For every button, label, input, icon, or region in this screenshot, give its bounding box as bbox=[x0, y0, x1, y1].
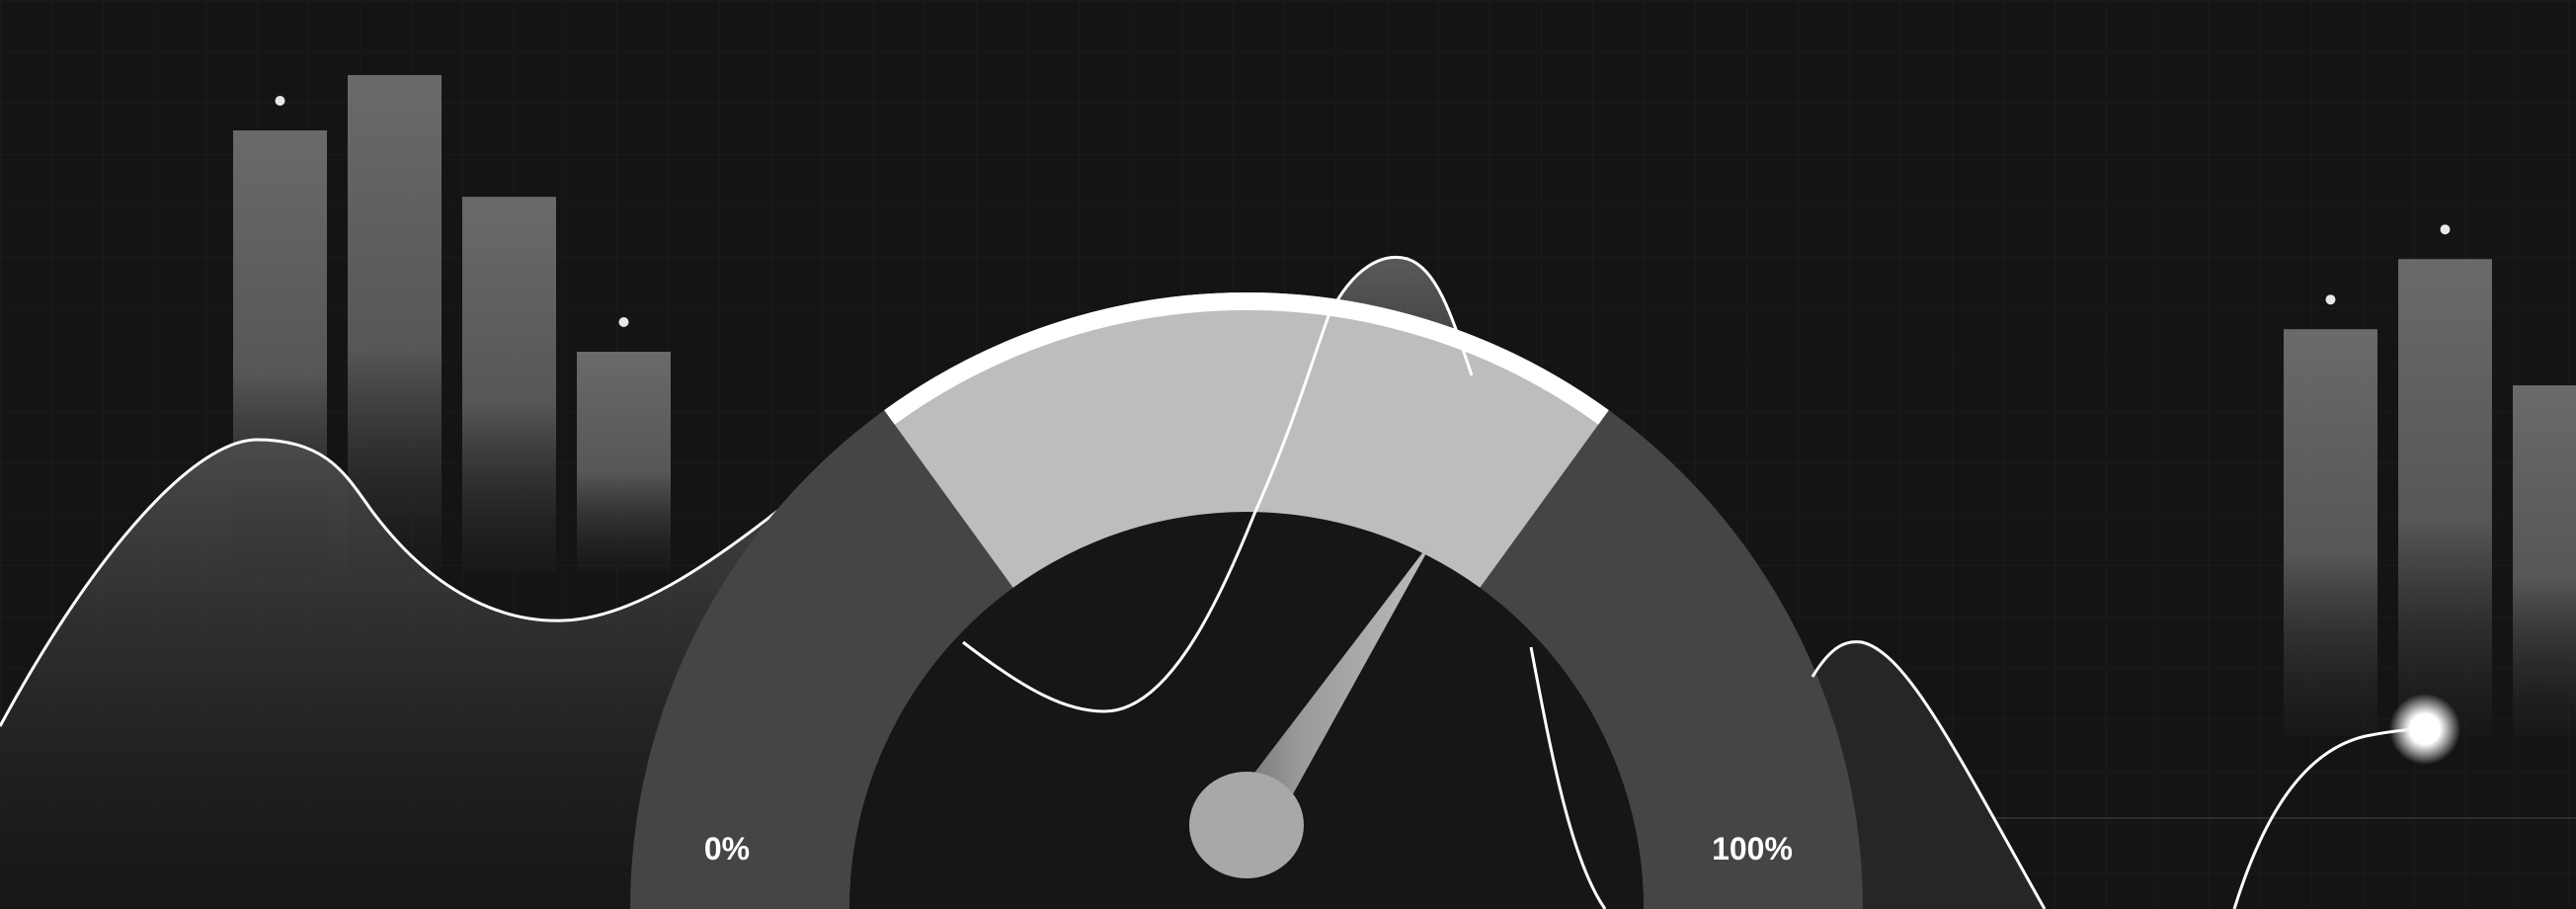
left-bar-3 bbox=[462, 197, 556, 573]
left-bar-dot-1 bbox=[275, 96, 285, 106]
left-bar-1 bbox=[233, 130, 327, 573]
right-bar-2 bbox=[2398, 259, 2492, 736]
gauge-illustration: 0% 100% bbox=[0, 0, 2576, 909]
left-bar-dot-4 bbox=[618, 317, 629, 327]
glow-dot bbox=[2409, 713, 2441, 745]
right-bar-dot-1 bbox=[2325, 294, 2336, 305]
right-bar-dot-2 bbox=[2440, 224, 2451, 235]
gauge-needle-hub bbox=[1189, 772, 1304, 878]
right-bar-3 bbox=[2513, 385, 2576, 736]
gauge-max-label: 100% bbox=[1712, 831, 1793, 867]
left-bar-4 bbox=[577, 352, 671, 573]
gauge-min-label: 0% bbox=[704, 831, 750, 867]
right-bar-1 bbox=[2284, 329, 2377, 736]
